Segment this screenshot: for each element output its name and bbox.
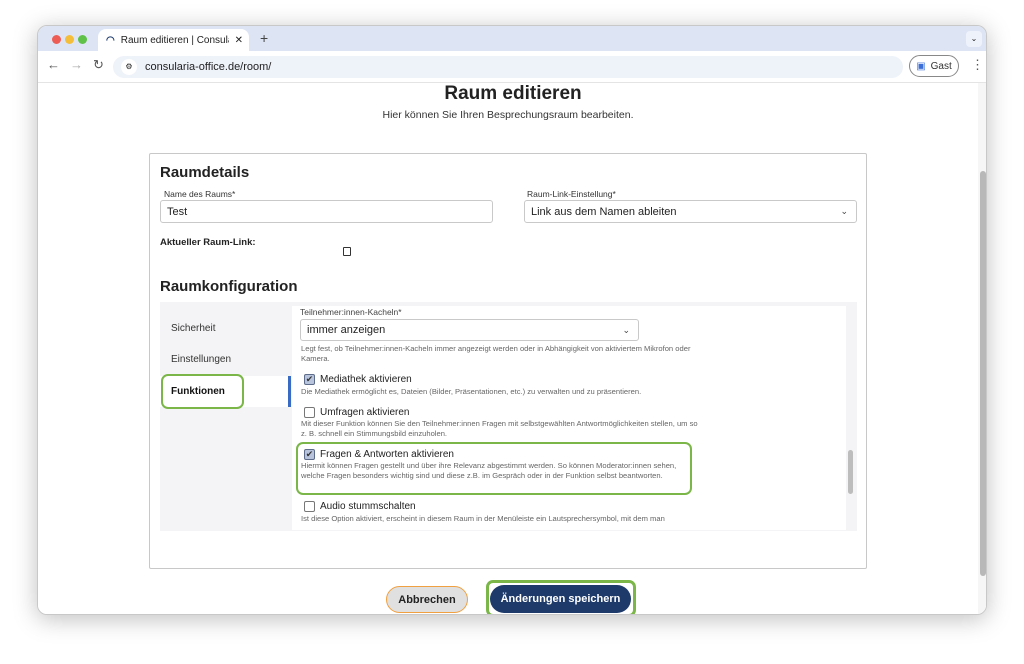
page-title: Raum editieren <box>444 83 582 104</box>
room-config-heading: Raumkonfiguration <box>160 278 298 295</box>
tiles-value: immer anzeigen <box>307 324 386 336</box>
config-nav-einstellungen[interactable]: Einstellungen <box>171 354 231 365</box>
page-scrollbar[interactable] <box>978 83 986 614</box>
profile-icon: ▣ <box>916 60 926 72</box>
qa-checkbox[interactable]: ✔ <box>304 449 315 460</box>
mediathek-label: Mediathek aktivieren <box>320 374 412 385</box>
browser-toolbar: ← → ↻ ⚙ consularia-office.de/room/ ▣ Gas… <box>38 51 986 83</box>
tab-title: Raum editieren | Consularia O <box>120 35 229 46</box>
link-setting-label: Raum-Link-Einstellung* <box>527 189 616 199</box>
mediathek-checkbox[interactable]: ✔ <box>304 374 315 385</box>
browser-menu-icon[interactable]: ⋮ <box>971 57 984 73</box>
browser-window: ◠ Raum editieren | Consularia O ✕ + ⌄ ← … <box>37 25 987 615</box>
room-name-input[interactable]: Test <box>160 200 493 223</box>
browser-tab[interactable]: ◠ Raum editieren | Consularia O ✕ <box>98 29 249 52</box>
page-scrollbar-thumb[interactable] <box>980 171 986 576</box>
room-name-value: Test <box>167 205 188 218</box>
url-text: consularia-office.de/room/ <box>145 61 272 73</box>
profile-label: Gast <box>930 60 952 72</box>
cancel-button[interactable]: Abbrechen <box>386 586 468 613</box>
new-tab-icon[interactable]: + <box>260 30 268 46</box>
functions-scrollbar[interactable] <box>848 450 853 494</box>
address-bar[interactable]: ⚙ consularia-office.de/room/ <box>113 56 903 78</box>
profile-button[interactable]: ▣ Gast <box>909 55 959 77</box>
umfragen-label: Umfragen aktivieren <box>320 407 410 418</box>
room-details-heading: Raumdetails <box>160 164 250 181</box>
current-link-label: Aktueller Raum-Link: <box>160 237 256 248</box>
room-name-label: Name des Raums* <box>164 189 236 199</box>
tiles-label: Teilnehmer:innen-Kacheln* <box>300 307 402 317</box>
tab-strip: ◠ Raum editieren | Consularia O ✕ + ⌄ <box>38 26 986 52</box>
room-form-card: Raumdetails Name des Raums* Test Raum-Li… <box>149 153 867 569</box>
qa-help: Hiermit können Fragen gestellt und über … <box>301 461 677 480</box>
reload-icon[interactable]: ↻ <box>93 57 104 73</box>
audio-mute-label: Audio stummschalten <box>320 501 416 512</box>
link-setting-select[interactable]: Link aus dem Namen ableiten ⌄ <box>524 200 857 223</box>
audio-mute-help: Ist diese Option aktiviert, erscheint in… <box>301 514 665 523</box>
site-settings-icon[interactable]: ⚙ <box>121 59 137 75</box>
close-window-button[interactable] <box>52 35 61 44</box>
umfragen-checkbox[interactable] <box>304 407 315 418</box>
config-nav-funktionen[interactable]: Funktionen <box>171 386 225 397</box>
minimize-window-button[interactable] <box>65 35 74 44</box>
tab-search-icon[interactable]: ⌄ <box>966 31 982 47</box>
maximize-window-button[interactable] <box>78 35 87 44</box>
site-favicon-icon: ◠ <box>106 35 115 46</box>
link-setting-value: Link aus dem Namen ableiten <box>531 205 677 218</box>
page-subtitle: Hier können Sie Ihren Besprechungsraum b… <box>382 109 634 121</box>
copy-link-icon[interactable] <box>343 247 351 256</box>
config-nav-sicherheit[interactable]: Sicherheit <box>171 323 215 334</box>
tiles-select[interactable]: immer anzeigen ⌄ <box>300 319 639 341</box>
qa-label: Fragen & Antworten aktivieren <box>320 449 454 460</box>
chevron-down-icon: ⌄ <box>840 206 848 216</box>
close-tab-icon[interactable]: ✕ <box>235 35 249 46</box>
page-content: Raum editieren Hier können Sie Ihren Bes… <box>38 83 986 614</box>
config-panel: Sicherheit Einstellungen Funktionen Teil… <box>160 302 857 531</box>
tiles-help: Legt fest, ob Teilnehmer:innen-Kacheln i… <box>301 344 691 363</box>
audio-mute-checkbox[interactable] <box>304 501 315 512</box>
mediathek-help: Die Mediathek ermöglicht es, Dateien (Bi… <box>301 387 642 396</box>
umfragen-help: Mit dieser Funktion können Sie den Teiln… <box>301 419 698 438</box>
functions-pane: Teilnehmer:innen-Kacheln* immer anzeigen… <box>292 306 846 530</box>
forward-icon[interactable]: → <box>70 57 83 72</box>
chevron-down-icon: ⌄ <box>622 324 630 335</box>
save-button[interactable]: Änderungen speichern <box>490 585 631 613</box>
back-icon[interactable]: ← <box>47 57 60 72</box>
